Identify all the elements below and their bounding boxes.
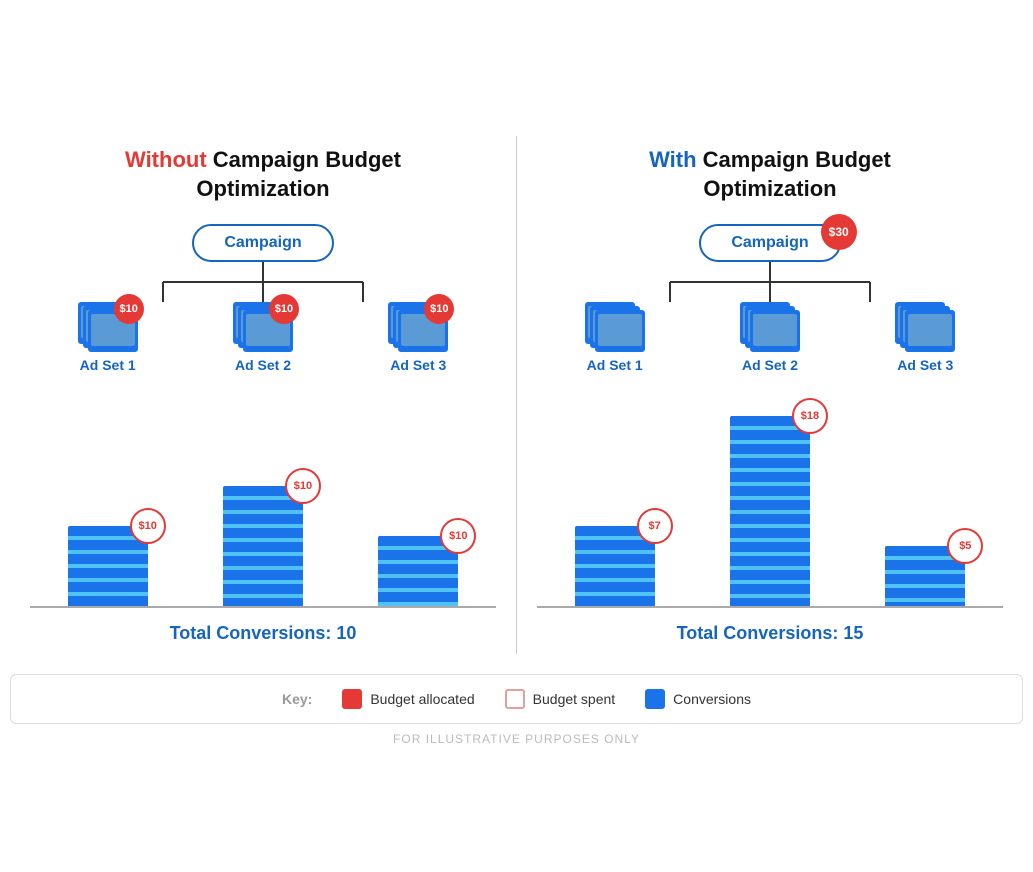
left-ad-sets-row: $10 Ad Set 1 $10 Ad Set 2 bbox=[30, 302, 496, 373]
right-chart-area: $7 $18 $5 bbox=[537, 388, 1003, 608]
legend-label-budget-allocated: Budget allocated bbox=[370, 691, 474, 707]
left-ad-set-2: $10 Ad Set 2 bbox=[233, 302, 293, 373]
left-ad-set-label-1: Ad Set 1 bbox=[80, 357, 136, 373]
left-campaign-box: Campaign bbox=[192, 224, 333, 262]
left-chart-bar-group-1: $10 bbox=[223, 486, 303, 606]
right-title-main: Campaign Budget bbox=[697, 147, 891, 172]
left-ad-set-label-3: Ad Set 3 bbox=[390, 357, 446, 373]
right-ad-set-2: Ad Set 2 bbox=[740, 302, 800, 373]
left-tree: Campaign bbox=[30, 224, 496, 373]
left-tree-lines bbox=[113, 262, 413, 302]
left-ad-badge-1: $10 bbox=[114, 294, 144, 324]
right-ad-set-label-1: Ad Set 1 bbox=[587, 357, 643, 373]
right-chart-bar-wrapper-2: $5 bbox=[885, 546, 965, 606]
left-panel-title: Without Campaign Budget Optimization bbox=[30, 146, 496, 203]
legend-swatch-red bbox=[342, 689, 362, 709]
left-ad-badge-2: $10 bbox=[269, 294, 299, 324]
right-campaign-box: Campaign $30 bbox=[699, 224, 840, 262]
legend-item-conversions: Conversions bbox=[645, 689, 751, 709]
right-campaign-budget-badge: $30 bbox=[821, 214, 857, 250]
right-tree: Campaign $30 bbox=[537, 224, 1003, 373]
right-icon-stack-3 bbox=[595, 310, 645, 352]
right-ad-set-label-3: Ad Set 3 bbox=[897, 357, 953, 373]
left-chart-bar-wrapper-0: $10 bbox=[68, 526, 148, 606]
legend-label-conversions: Conversions bbox=[673, 691, 751, 707]
right-icon3-stack-3 bbox=[905, 310, 955, 352]
left-chart-bar-group-0: $10 bbox=[68, 526, 148, 606]
left-chart-bar-wrapper-1: $10 bbox=[223, 486, 303, 606]
left-ad-set-3: $10 Ad Set 3 bbox=[388, 302, 448, 373]
right-chart-bar-badge-2: $5 bbox=[947, 528, 983, 564]
right-ad-set-2-icon bbox=[740, 302, 800, 357]
left-campaign-label: Campaign bbox=[224, 234, 301, 251]
legend-item-budget-spent: Budget spent bbox=[505, 689, 616, 709]
right-chart-bar-group-0: $7 bbox=[575, 526, 655, 606]
right-chart-bar-wrapper-0: $7 bbox=[575, 526, 655, 606]
left-panel: Without Campaign Budget Optimization Cam… bbox=[10, 136, 516, 653]
right-tree-lines bbox=[620, 262, 920, 302]
left-title-prefix: Without bbox=[125, 147, 207, 172]
left-chart-bar-1 bbox=[223, 486, 303, 606]
main-container: Without Campaign Budget Optimization Cam… bbox=[0, 116, 1033, 755]
left-chart-bar-group-2: $10 bbox=[378, 536, 458, 606]
legend: Key: Budget allocated Budget spent Conve… bbox=[10, 674, 1023, 724]
right-ad-sets-row: Ad Set 1 Ad Set 2 bbox=[537, 302, 1003, 373]
right-chart-bar-group-2: $5 bbox=[885, 546, 965, 606]
left-ad-set-label-2: Ad Set 2 bbox=[235, 357, 291, 373]
right-title-line2: Optimization bbox=[703, 176, 836, 201]
legend-key-label: Key: bbox=[282, 691, 312, 707]
right-title-prefix: With bbox=[649, 147, 696, 172]
legend-swatch-outlined bbox=[505, 689, 525, 709]
right-ad-set-1-icon bbox=[585, 302, 645, 357]
left-chart-area: $10$10$10 bbox=[30, 388, 496, 608]
right-chart-bar-group-1: $18 bbox=[730, 416, 810, 606]
right-chart-bar-wrapper-1: $18 bbox=[730, 416, 810, 606]
left-total-conversions: Total Conversions: 10 bbox=[30, 623, 496, 644]
legend-label-budget-spent: Budget spent bbox=[533, 691, 616, 707]
left-title-main: Campaign Budget bbox=[207, 147, 401, 172]
right-chart-bar-badge-0: $7 bbox=[637, 508, 673, 544]
right-total-conversions: Total Conversions: 15 bbox=[537, 623, 1003, 644]
right-panel: With Campaign Budget Optimization Campai… bbox=[517, 136, 1023, 653]
left-ad-set-3-icon: $10 bbox=[388, 302, 448, 357]
right-icon2-stack-3 bbox=[750, 310, 800, 352]
left-chart-bar-badge-2: $10 bbox=[440, 518, 476, 554]
right-ad-set-label-2: Ad Set 2 bbox=[742, 357, 798, 373]
right-panel-title: With Campaign Budget Optimization bbox=[537, 146, 1003, 203]
disclaimer: FOR ILLUSTRATIVE PURPOSES ONLY bbox=[10, 732, 1023, 746]
panels: Without Campaign Budget Optimization Cam… bbox=[10, 136, 1023, 653]
right-ad-set-3: Ad Set 3 bbox=[895, 302, 955, 373]
left-ad-badge-3: $10 bbox=[424, 294, 454, 324]
right-ad-set-3-icon bbox=[895, 302, 955, 357]
right-campaign-label: Campaign bbox=[731, 234, 808, 251]
left-chart-bar-badge-0: $10 bbox=[130, 508, 166, 544]
left-ad-set-2-icon: $10 bbox=[233, 302, 293, 357]
left-chart-bar-badge-1: $10 bbox=[285, 468, 321, 504]
left-chart-bar-wrapper-2: $10 bbox=[378, 536, 458, 606]
left-title-line2: Optimization bbox=[196, 176, 329, 201]
left-ad-set-1-icon: $10 bbox=[78, 302, 138, 357]
left-ad-set-1: $10 Ad Set 1 bbox=[78, 302, 138, 373]
legend-item-budget-allocated: Budget allocated bbox=[342, 689, 474, 709]
right-ad-set-1: Ad Set 1 bbox=[585, 302, 645, 373]
right-chart-bar-1 bbox=[730, 416, 810, 606]
legend-swatch-blue bbox=[645, 689, 665, 709]
right-chart-bar-badge-1: $18 bbox=[792, 398, 828, 434]
